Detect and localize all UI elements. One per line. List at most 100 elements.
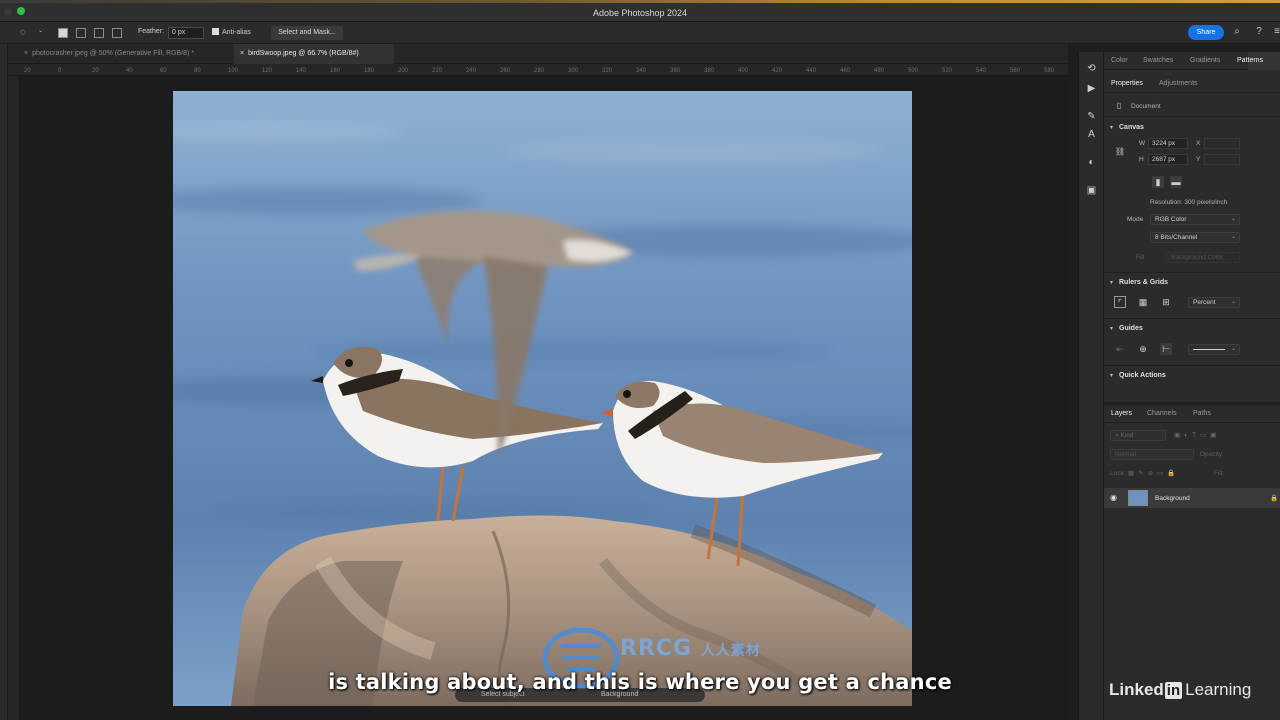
document-image[interactable] (173, 91, 912, 706)
ruler-tick: 120 (262, 68, 273, 74)
tab-paths[interactable]: Paths (1193, 410, 1211, 417)
app-title: Adobe Photoshop 2024 (592, 8, 688, 18)
tab-photocrasher[interactable]: × photocrasher.jpeg @ 50% (Generative Fil… (14, 44, 234, 64)
divider (1104, 365, 1280, 366)
x-field[interactable] (1204, 138, 1240, 149)
ruler-tick: 20 (92, 68, 99, 74)
ruler-tick: 340 (636, 68, 647, 74)
filter-kind-dropdown[interactable]: ⌕ Kind (1110, 430, 1166, 441)
share-button[interactable]: Share (1188, 25, 1224, 40)
lock-icons[interactable]: ▦✎⊕▭🔒 (1128, 469, 1179, 477)
pixel-grid-icon[interactable]: ⊞ (1160, 296, 1172, 308)
ruler-icon[interactable]: ⌜ (1114, 296, 1126, 308)
new-selection-icon[interactable] (58, 28, 68, 38)
document-label: Document (1131, 103, 1161, 110)
visibility-eye-icon[interactable]: ◉ (1110, 493, 1117, 502)
width-field[interactable]: 3224 px (1148, 138, 1188, 149)
ruler-tick: 440 (806, 68, 817, 74)
ruler-tick: 200 (398, 68, 409, 74)
tab-properties[interactable]: Properties (1111, 80, 1143, 87)
blend-mode-dropdown[interactable]: Normal (1110, 449, 1194, 460)
ruler-units-dropdown[interactable]: Percent ⌄ (1188, 297, 1240, 308)
brush-settings-icon[interactable]: ✎ (1085, 110, 1098, 123)
y-field[interactable] (1204, 154, 1240, 165)
ruler-tick: 160 (330, 68, 341, 74)
y-label: Y (1196, 156, 1201, 163)
ruler-tick: 60 (160, 68, 167, 74)
layers-comp-icon[interactable]: ▣ (1085, 184, 1098, 197)
chevron-down-icon[interactable]: ▾ (1110, 372, 1113, 379)
subtract-selection-icon[interactable] (94, 28, 104, 38)
line-style-icon (1193, 348, 1225, 350)
mode-dropdown[interactable]: RGB Color ⌄ (1150, 214, 1240, 225)
ruler-tick: 320 (602, 68, 613, 74)
chevron-down-icon[interactable]: ⌄ (38, 27, 43, 34)
panel-icon-strip: ⟲ ▶ ✎ A ◐ ▣ (1078, 52, 1104, 720)
layers-panel-tabs: Layers Channels Paths (1104, 405, 1280, 423)
tab-patterns[interactable]: Patterns (1237, 57, 1263, 64)
tab-gradients[interactable]: Gradients (1190, 57, 1220, 64)
width-label: W (1139, 140, 1146, 147)
ruler-tick: 400 (738, 68, 749, 74)
landscape-orientation-icon[interactable]: ▬ (1170, 176, 1182, 188)
feather-input[interactable]: 0 px (168, 27, 204, 39)
history-icon[interactable]: ⟲ (1085, 62, 1098, 75)
guide-settings-icon[interactable]: ⊢ (1160, 343, 1172, 355)
chevron-down-icon[interactable]: ▾ (1110, 279, 1113, 286)
video-caption: is talking about, and this is where you … (328, 670, 952, 694)
ruler-tick: 300 (568, 68, 579, 74)
ruler-tick: 80 (194, 68, 201, 74)
ruler-tick: 180 (364, 68, 375, 74)
check-icon (212, 28, 219, 35)
options-bar: ◌ ⌄ Feather: 0 px Anti-alias Select and … (0, 22, 1280, 44)
ruler-tick: 500 (908, 68, 919, 74)
add-selection-icon[interactable] (76, 28, 86, 38)
play-icon[interactable]: ▶ (1085, 82, 1098, 95)
grid-icon[interactable]: ▦ (1137, 296, 1149, 308)
height-field[interactable]: 2687 px (1148, 154, 1188, 165)
intersect-selection-icon[interactable] (112, 28, 122, 38)
bit-depth-dropdown[interactable]: 8 Bits/Channel ⌄ (1150, 232, 1240, 243)
layer-filter-icons[interactable]: ▣◐T▭▣ (1174, 431, 1220, 439)
link-icon[interactable]: ⛓ (1114, 146, 1126, 158)
close-icon[interactable]: × (240, 50, 244, 57)
tab-color[interactable]: Color (1111, 57, 1128, 64)
ruler-tick: 460 (840, 68, 851, 74)
chevron-down-icon[interactable]: ▾ (1110, 325, 1113, 332)
ruler-tick: 140 (296, 68, 307, 74)
mode-label: Mode (1127, 216, 1144, 223)
guide-style-dropdown[interactable]: ⌄ (1188, 344, 1240, 355)
tab-channels[interactable]: Channels (1147, 410, 1177, 417)
tab-adjustments[interactable]: Adjustments (1159, 80, 1198, 87)
select-and-mask-button[interactable]: Select and Mask... (271, 26, 343, 40)
ruler-tick: 520 (942, 68, 953, 74)
help-icon[interactable]: ? (1252, 25, 1266, 39)
tab-birdswoop[interactable]: × birdSwoop.jpeg @ 66.7% (RGB/8#) (234, 44, 394, 64)
ruler-tick: 280 (534, 68, 545, 74)
resolution-text: Resolution: 300 pixels/inch (1150, 199, 1228, 206)
chevron-down-icon[interactable]: ▾ (1110, 124, 1113, 131)
ruler-tick: 220 (432, 68, 443, 74)
antialias-checkbox[interactable]: Anti-alias (212, 28, 251, 36)
lasso-tool-icon[interactable]: ◌ (20, 27, 26, 38)
layer-row-background[interactable]: ◉ Background 🔒 (1104, 488, 1280, 508)
menu-icon[interactable]: ≡ (1270, 25, 1280, 39)
chevron-down-icon: ⌄ (1230, 299, 1236, 305)
new-guide-layout-icon[interactable]: ⊕ (1137, 343, 1149, 355)
ruler-tick: 260 (500, 68, 511, 74)
portrait-orientation-icon[interactable]: ▮ (1152, 176, 1164, 188)
adjustment-icon[interactable]: ◐ (1085, 156, 1098, 169)
tab-layers[interactable]: Layers (1111, 410, 1132, 417)
divider (1104, 318, 1280, 319)
fill-dropdown[interactable]: Background Color (1166, 252, 1240, 263)
tab-swatches[interactable]: Swatches (1143, 57, 1173, 64)
guide-lock-icon[interactable]: ⇤ (1114, 343, 1126, 355)
character-icon[interactable]: A (1085, 128, 1098, 141)
chevron-down-icon: ⌄ (1230, 346, 1236, 352)
ruler-tick: 0 (58, 68, 62, 74)
tools-panel[interactable] (0, 44, 8, 720)
search-icon[interactable]: ⌕ (1230, 25, 1244, 39)
linkedin-learning-logo: Linked in Learning (1109, 680, 1252, 699)
lock-icon[interactable]: 🔒 (1270, 494, 1278, 502)
close-icon[interactable]: × (24, 50, 28, 57)
